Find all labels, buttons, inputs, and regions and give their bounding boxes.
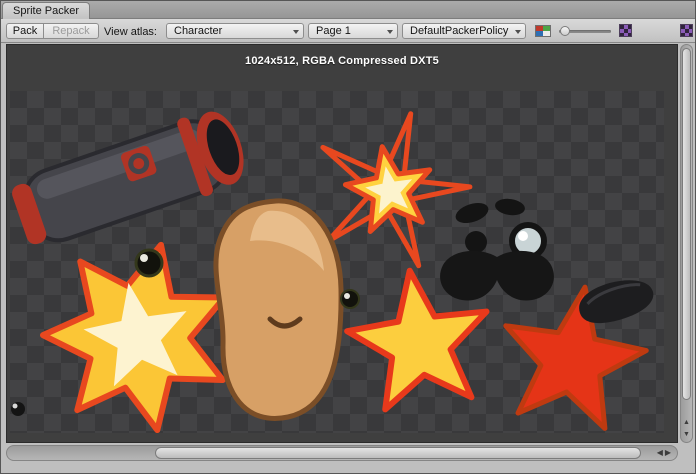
scroll-down-icon[interactable]: ▼ <box>681 431 692 438</box>
policy-dropdown-value: DefaultPackerPolicy <box>410 25 508 37</box>
chevron-down-icon <box>387 30 393 34</box>
horizontal-scrollbar[interactable]: ◀▶ <box>6 445 678 461</box>
atlas-sprites <box>10 91 664 433</box>
repack-button[interactable]: Repack <box>43 23 99 39</box>
window-title: Sprite Packer <box>13 5 79 17</box>
olive-small-sprite <box>341 290 359 308</box>
view-atlas-label: View atlas: <box>104 26 157 38</box>
page-dropdown[interactable]: Page 1 <box>308 23 398 39</box>
horizontal-scrollbar-thumb[interactable] <box>155 447 641 459</box>
slider-thumb[interactable] <box>560 26 570 36</box>
atlas-dropdown-value: Character <box>174 25 222 37</box>
monocle-face-sprite <box>440 197 554 301</box>
bean-character-sprite <box>216 201 341 419</box>
cannon-sprite <box>10 103 253 256</box>
atlas-dropdown[interactable]: Character <box>166 23 304 39</box>
chevron-down-icon <box>293 30 299 34</box>
vertical-scrollbar[interactable]: ▲ ▼ <box>680 44 693 443</box>
olive-sprite <box>136 250 162 276</box>
mip-level-slider[interactable] <box>559 30 611 33</box>
scroll-up-icon[interactable]: ▲ <box>681 419 692 426</box>
texture-preview-icon[interactable] <box>619 24 632 37</box>
atlas-canvas: 1024x512, RGBA Compressed DXT5 <box>6 44 678 443</box>
tab-strip: Sprite Packer <box>1 1 695 19</box>
color-channels-icon[interactable] <box>535 25 551 37</box>
texture-preview-icon[interactable] <box>680 24 693 37</box>
atlas-checker-region <box>10 91 664 433</box>
sprite-packer-window: Sprite Packer Pack Repack View atlas: Ch… <box>0 0 696 474</box>
tiny-dot-sprite <box>11 402 25 416</box>
scroll-right-icon[interactable]: ▶ <box>665 448 673 457</box>
toolbar: Pack Repack View atlas: Character Page 1… <box>1 19 695 43</box>
vertical-scrollbar-thumb[interactable] <box>682 48 691 400</box>
scroll-left-icon[interactable]: ◀ <box>657 448 665 457</box>
policy-dropdown[interactable]: DefaultPackerPolicy <box>402 23 526 39</box>
tab-sprite-packer[interactable]: Sprite Packer <box>2 2 90 19</box>
pack-button[interactable]: Pack <box>6 23 44 39</box>
page-dropdown-value: Page 1 <box>316 25 351 37</box>
chevron-down-icon <box>515 30 521 34</box>
atlas-info-text: 1024x512, RGBA Compressed DXT5 <box>7 55 677 67</box>
